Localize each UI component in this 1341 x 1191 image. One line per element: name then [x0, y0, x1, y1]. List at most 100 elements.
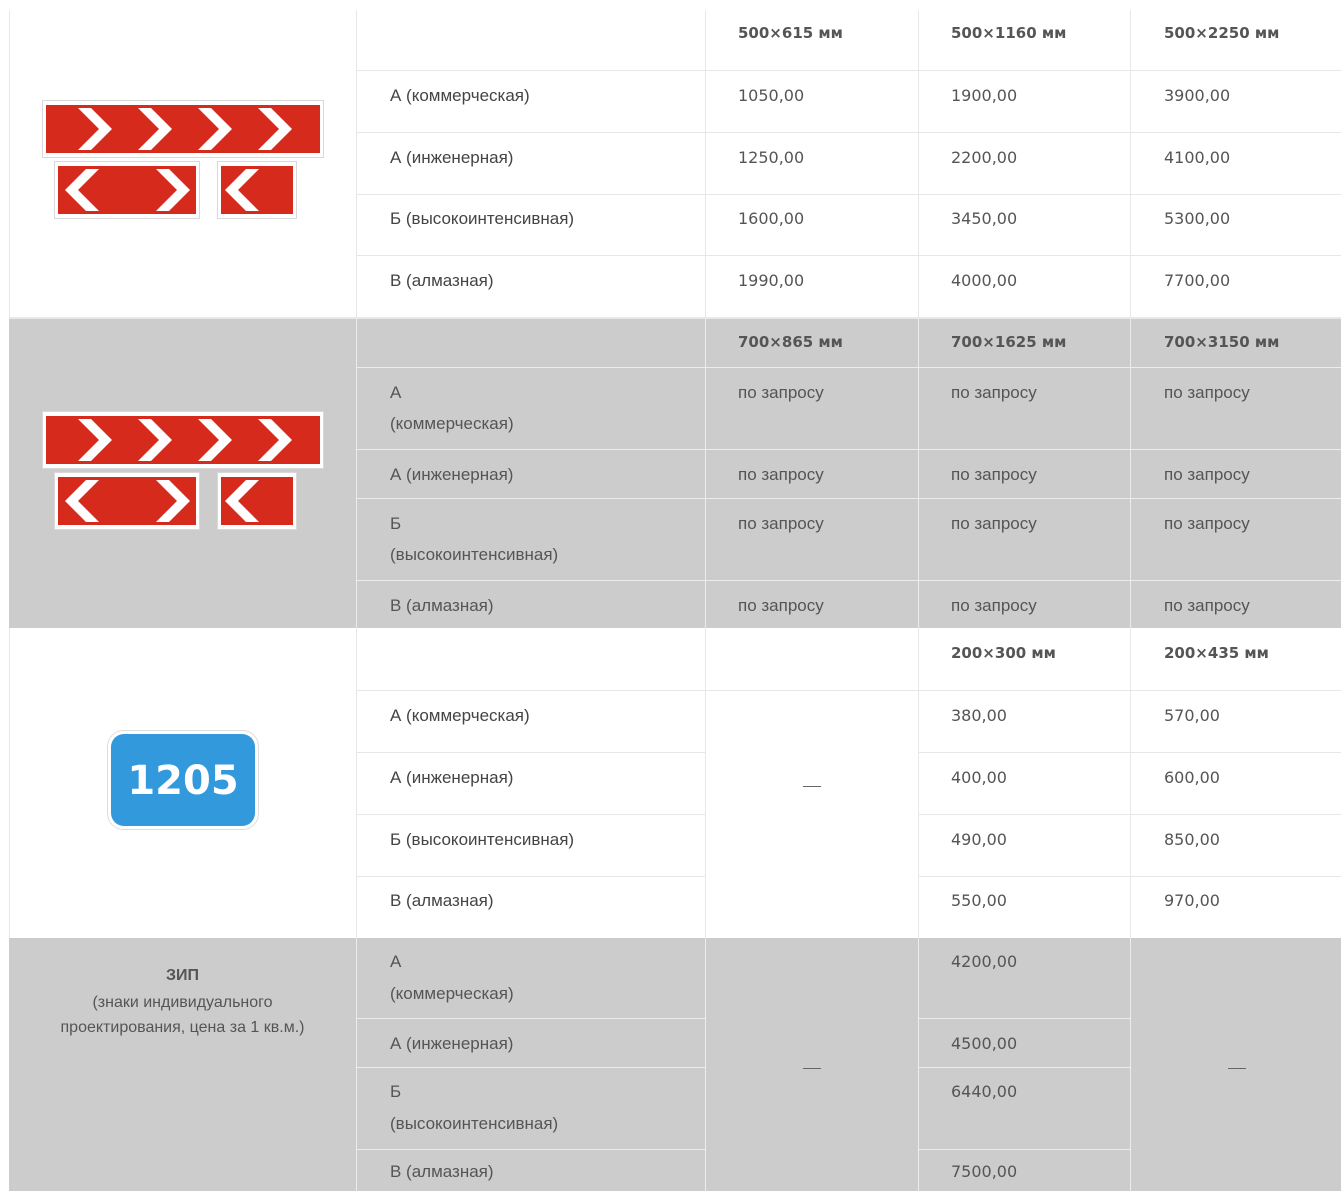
- sign-number: 1205: [127, 758, 238, 804]
- grid-line: [705, 319, 706, 628]
- grid-line: [1130, 319, 1131, 628]
- price-cell: 7700,00: [1164, 271, 1231, 290]
- grid-line: [918, 10, 919, 318]
- grid-line: [356, 319, 357, 628]
- grid-line: [918, 814, 1341, 815]
- grid-line: [918, 1149, 1130, 1150]
- grid-line: [705, 10, 706, 318]
- grid-line: [918, 319, 919, 628]
- not-available-dash: [1228, 1068, 1246, 1069]
- grid-line: [705, 938, 706, 1191]
- grid-line: [356, 580, 1341, 581]
- material-label: Б: [390, 514, 402, 533]
- price-cell: по запросу: [738, 514, 824, 533]
- material-label: (коммерческая): [390, 414, 514, 433]
- material-label: В (алмазная): [390, 891, 494, 910]
- grid-line: [1130, 10, 1131, 318]
- material-label: А: [390, 383, 402, 402]
- size-header: 200×300 мм: [951, 644, 1056, 662]
- material-label: В (алмазная): [390, 1162, 494, 1181]
- grid-line: [918, 1067, 1130, 1068]
- material-label: Б: [390, 1082, 402, 1101]
- price-cell: 1600,00: [738, 209, 805, 228]
- material-label: В (алмазная): [390, 271, 494, 290]
- price-cell: 5300,00: [1164, 209, 1231, 228]
- grid-line: [356, 1149, 705, 1150]
- grid-line: [356, 132, 1341, 133]
- price-cell: 4200,00: [951, 952, 1018, 971]
- grid-line: [918, 628, 919, 938]
- grid-line: [9, 628, 10, 938]
- grid-line: [356, 876, 705, 877]
- price-cell: 970,00: [1164, 891, 1220, 910]
- price-cell: по запросу: [1164, 514, 1250, 533]
- material-label: (высокоинтенсивная): [390, 545, 559, 564]
- chevron-sign-long: [42, 100, 324, 158]
- price-cell: 600,00: [1164, 768, 1220, 787]
- grid-line: [356, 498, 1341, 499]
- price-cell: по запросу: [951, 465, 1037, 484]
- size-header: 500×1160 мм: [951, 24, 1067, 42]
- chevron-sign-left: [217, 161, 297, 219]
- not-available-dash: [803, 1068, 821, 1069]
- grid-line: [356, 1067, 705, 1068]
- grid-line: [918, 752, 1341, 753]
- price-cell: по запросу: [738, 465, 824, 484]
- price-cell: по запросу: [951, 383, 1037, 402]
- material-label: А (коммерческая): [390, 706, 530, 725]
- turn-direction-sign-icon: [42, 100, 324, 219]
- material-label: В (алмазная): [390, 596, 494, 615]
- price-cell: 570,00: [1164, 706, 1220, 725]
- price-cell: 1990,00: [738, 271, 805, 290]
- grid-line: [705, 628, 706, 938]
- chevron-sign-double: [54, 161, 200, 219]
- price-cell: 3900,00: [1164, 86, 1231, 105]
- price-cell: 1050,00: [738, 86, 805, 105]
- size-header: 700×1625 мм: [951, 333, 1067, 351]
- chevron-sign-left: [217, 472, 297, 530]
- grid-line: [356, 367, 1341, 368]
- price-cell: по запросу: [951, 596, 1037, 615]
- price-block-1: 500×615 мм 500×1160 мм 500×2250 мм А (ко…: [9, 10, 1341, 318]
- material-label: А: [390, 952, 402, 971]
- price-cell: 4000,00: [951, 271, 1018, 290]
- price-cell: 400,00: [951, 768, 1007, 787]
- grid-line: [918, 938, 919, 1191]
- turn-direction-sign-icon: [42, 411, 324, 530]
- size-header: 200×435 мм: [1164, 644, 1269, 662]
- price-cell: 550,00: [951, 891, 1007, 910]
- grid-line: [356, 255, 1341, 256]
- price-cell: по запросу: [738, 596, 824, 615]
- grid-line: [918, 1018, 1130, 1019]
- price-cell: по запросу: [951, 514, 1037, 533]
- price-cell: 1900,00: [951, 86, 1018, 105]
- grid-line: [356, 70, 1341, 71]
- price-cell: 2200,00: [951, 148, 1018, 167]
- grid-line: [918, 876, 1341, 877]
- not-available-dash: [803, 786, 821, 787]
- price-block-3: 1205 200×300 мм 200×435 мм А (коммерческ…: [9, 628, 1341, 938]
- material-label: А (коммерческая): [390, 86, 530, 105]
- grid-line: [1130, 938, 1131, 1191]
- grid-line: [356, 10, 357, 318]
- grid-line: [356, 1018, 705, 1019]
- grid-line: [356, 752, 705, 753]
- grid-line: [356, 628, 357, 938]
- material-label: А (инженерная): [390, 148, 514, 167]
- zip-title: ЗИП: [165, 967, 200, 984]
- price-cell: 4100,00: [1164, 148, 1231, 167]
- price-cell: 7500,00: [951, 1162, 1018, 1181]
- material-label: (коммерческая): [390, 984, 514, 1003]
- material-label: Б (высокоинтенсивная): [390, 209, 575, 228]
- chevron-sign-long: [42, 411, 324, 469]
- material-label: А (инженерная): [390, 1034, 514, 1053]
- material-label: А (инженерная): [390, 465, 514, 484]
- price-cell: по запросу: [738, 383, 824, 402]
- price-cell: 6440,00: [951, 1082, 1018, 1101]
- grid-line: [356, 194, 1341, 195]
- zip-subtitle: (знаки индивидуального проектирования, ц…: [60, 994, 305, 1036]
- price-cell: по запросу: [1164, 596, 1250, 615]
- grid-line: [1130, 628, 1131, 938]
- price-cell: по запросу: [1164, 383, 1250, 402]
- price-block-2: 700×865 мм 700×1625 мм 700×3150 мм А (ко…: [9, 319, 1341, 628]
